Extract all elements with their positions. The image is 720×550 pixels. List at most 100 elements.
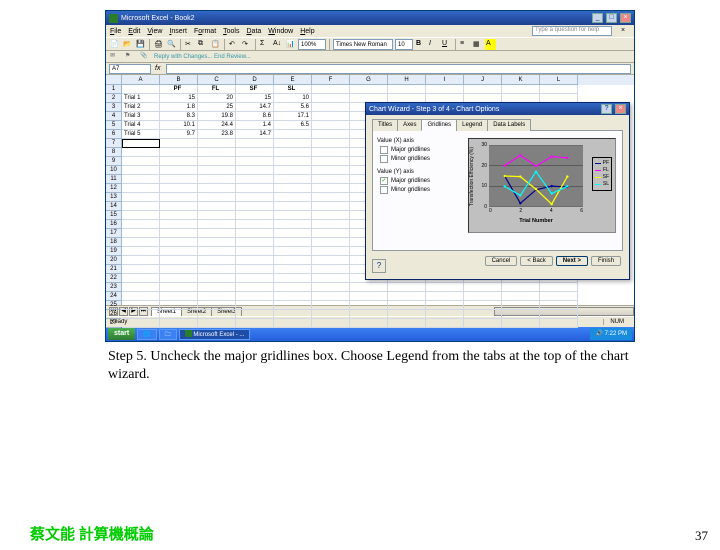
fx-icon[interactable]: fx	[155, 65, 160, 72]
cell[interactable]: 9.7	[160, 130, 198, 139]
cell[interactable]	[122, 283, 160, 292]
cell[interactable]	[236, 211, 274, 220]
menu-window[interactable]: Window	[268, 28, 293, 35]
cell[interactable]	[312, 112, 350, 121]
wizard-finish-button[interactable]: Finish	[591, 256, 621, 266]
cell[interactable]	[198, 148, 236, 157]
cell[interactable]: 8.6	[236, 112, 274, 121]
cell[interactable]	[274, 220, 312, 229]
cell[interactable]	[160, 319, 198, 328]
cell[interactable]	[312, 130, 350, 139]
wizard-tab-titles[interactable]: Titles	[372, 119, 398, 131]
checkbox-minor-gridlines[interactable]	[380, 155, 388, 163]
cell[interactable]	[388, 283, 426, 292]
row-header-10[interactable]: 10	[106, 166, 121, 175]
cut-icon[interactable]: ✂	[184, 39, 195, 50]
cell[interactable]	[198, 229, 236, 238]
cell[interactable]	[198, 292, 236, 301]
formula-input[interactable]	[166, 64, 631, 74]
checkbox-major-gridlines[interactable]	[380, 146, 388, 154]
close-button[interactable]: ×	[620, 13, 631, 23]
row-header-5[interactable]: 5	[106, 121, 121, 130]
cell[interactable]	[464, 283, 502, 292]
cell[interactable]	[122, 220, 160, 229]
copy-icon[interactable]: ⧉	[197, 39, 208, 50]
checkbox-major-gridlines[interactable]: ✓	[380, 177, 388, 185]
wizard-cancel-button[interactable]: Cancel	[485, 256, 518, 266]
cell[interactable]	[274, 175, 312, 184]
cell[interactable]	[122, 301, 160, 310]
menu-tools[interactable]: Tools	[223, 28, 239, 35]
cell[interactable]: 24.4	[198, 121, 236, 130]
cell[interactable]	[160, 184, 198, 193]
fill-color-icon[interactable]: A	[485, 39, 496, 50]
maximize-button[interactable]: □	[606, 13, 617, 23]
cell[interactable]	[236, 166, 274, 175]
cell[interactable]: 20	[198, 94, 236, 103]
row-header-16[interactable]: 16	[106, 220, 121, 229]
wizard-close-button[interactable]: ×	[615, 104, 626, 114]
cell[interactable]	[236, 301, 274, 310]
row-header-22[interactable]: 22	[106, 274, 121, 283]
bold-icon[interactable]: B	[415, 39, 426, 50]
cell[interactable]	[122, 157, 160, 166]
cell[interactable]	[274, 274, 312, 283]
cell[interactable]	[426, 292, 464, 301]
cell[interactable]	[122, 310, 160, 319]
cell[interactable]	[160, 229, 198, 238]
cell[interactable]	[236, 292, 274, 301]
cell[interactable]	[160, 301, 198, 310]
menu-data[interactable]: Data	[246, 28, 261, 35]
cell[interactable]: 17.1	[274, 112, 312, 121]
underline-icon[interactable]: U	[441, 39, 452, 50]
cell[interactable]	[198, 283, 236, 292]
cell[interactable]	[312, 211, 350, 220]
sum-icon[interactable]: Σ	[259, 39, 270, 50]
cell[interactable]	[502, 85, 540, 94]
cell[interactable]	[312, 193, 350, 202]
name-box[interactable]: A7	[109, 64, 151, 74]
wizard-help-button[interactable]: ?	[601, 104, 612, 114]
cell[interactable]	[160, 238, 198, 247]
row-header-12[interactable]: 12	[106, 184, 121, 193]
row-header-17[interactable]: 17	[106, 229, 121, 238]
cell[interactable]	[122, 193, 160, 202]
wizard-tab-data-labels[interactable]: Data Labels	[487, 119, 531, 131]
col-header-I[interactable]: I	[426, 75, 464, 85]
attach-icon[interactable]: 📎	[139, 51, 150, 62]
cell[interactable]	[312, 310, 350, 319]
doc-close-button[interactable]: ×	[621, 27, 630, 36]
cell[interactable]	[502, 292, 540, 301]
cell[interactable]	[312, 148, 350, 157]
reply-icon[interactable]: ✉	[109, 51, 120, 62]
cell[interactable]	[160, 247, 198, 256]
cell[interactable]: 1.4	[236, 121, 274, 130]
cell[interactable]	[198, 139, 236, 148]
menu-format[interactable]: Format	[194, 28, 216, 35]
cell[interactable]	[198, 256, 236, 265]
print-icon[interactable]: 🖨	[153, 39, 164, 50]
cell[interactable]	[312, 283, 350, 292]
cell[interactable]	[274, 310, 312, 319]
row-header-19[interactable]: 19	[106, 247, 121, 256]
cell[interactable]: SL	[274, 85, 312, 94]
cell[interactable]: Trial 4	[122, 121, 160, 130]
cell[interactable]	[350, 292, 388, 301]
cell[interactable]	[274, 166, 312, 175]
cell[interactable]: 8.3	[160, 112, 198, 121]
row-header-24[interactable]: 24	[106, 292, 121, 301]
cell[interactable]	[160, 310, 198, 319]
chart-icon[interactable]: 📊	[285, 39, 296, 50]
row-header-14[interactable]: 14	[106, 202, 121, 211]
cell[interactable]	[388, 310, 426, 319]
cell[interactable]	[160, 292, 198, 301]
cell[interactable]: 6.5	[274, 121, 312, 130]
cell[interactable]	[236, 148, 274, 157]
cell[interactable]	[236, 229, 274, 238]
cell[interactable]	[160, 211, 198, 220]
cell[interactable]	[122, 211, 160, 220]
cell[interactable]	[122, 256, 160, 265]
row-header-4[interactable]: 4	[106, 112, 121, 121]
cell[interactable]	[312, 319, 350, 328]
cell[interactable]	[426, 310, 464, 319]
